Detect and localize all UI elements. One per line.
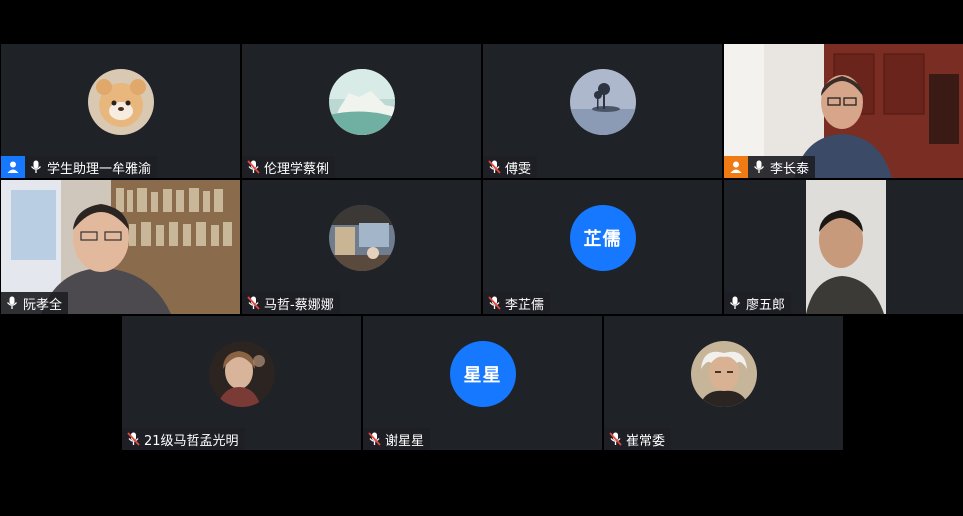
muted-microphone-icon[interactable] (242, 156, 264, 178)
participant-tile[interactable]: 傅雯 (483, 44, 722, 178)
name-tag: 伦理学蔡俐 (242, 156, 336, 178)
portrait-woman-avatar (208, 341, 275, 407)
initials-avatar: 芷儒 (569, 205, 636, 271)
participant-tile-active-speaker[interactable]: 廖五郎 (724, 180, 963, 314)
white-cliffs-avatar (328, 69, 395, 135)
participant-tile[interactable]: 星星 谢星星 (363, 316, 602, 450)
participant-name: 谢星星 (385, 433, 425, 449)
participant-name: 李芷儒 (505, 297, 545, 313)
microphone-icon[interactable] (1, 292, 23, 314)
participant-tile[interactable]: 阮孝全 (1, 180, 240, 314)
user-icon (724, 156, 748, 178)
name-tag: 谢星星 (363, 428, 431, 450)
microphone-icon[interactable] (724, 292, 746, 314)
microphone-icon[interactable] (748, 156, 770, 178)
initials-avatar: 星星 (449, 341, 516, 407)
participant-name: 李长泰 (770, 161, 810, 177)
muted-microphone-icon[interactable] (242, 292, 264, 314)
participant-name: 马哲-蔡娜娜 (264, 297, 334, 313)
participant-name: 阮孝全 (23, 297, 63, 313)
participant-name: 学生助理一牟雅渝 (47, 161, 152, 177)
name-tag: 李长泰 (724, 156, 816, 178)
name-tag: 李芷儒 (483, 292, 551, 314)
participant-name: 21级马哲孟光明 (144, 433, 239, 449)
tree-island-avatar (569, 69, 636, 135)
name-tag: 马哲-蔡娜娜 (242, 292, 340, 314)
muted-microphone-icon[interactable] (483, 292, 505, 314)
microphone-icon[interactable] (25, 156, 47, 178)
schopenhauer-portrait-avatar (690, 341, 757, 407)
participant-tile[interactable]: 伦理学蔡俐 (242, 44, 481, 178)
participant-tile[interactable]: 学生助理一牟雅渝 (1, 44, 240, 178)
muted-microphone-icon[interactable] (483, 156, 505, 178)
muted-microphone-icon[interactable] (363, 428, 385, 450)
name-tag: 崔常委 (604, 428, 672, 450)
name-tag: 廖五郎 (724, 292, 792, 314)
participant-tile[interactable]: 芷儒 李芷儒 (483, 180, 722, 314)
name-tag: 阮孝全 (1, 292, 69, 314)
participant-tile[interactable]: 崔常委 (604, 316, 843, 450)
bear-costume-avatar (87, 69, 154, 135)
participant-tile[interactable]: 21级马哲孟光明 (122, 316, 361, 450)
participant-name: 廖五郎 (746, 297, 786, 313)
participant-name: 伦理学蔡俐 (264, 161, 330, 177)
user-icon (1, 156, 25, 178)
participant-tile[interactable]: 马哲-蔡娜娜 (242, 180, 481, 314)
name-tag: 傅雯 (483, 156, 538, 178)
muted-microphone-icon[interactable] (122, 428, 144, 450)
name-tag: 21级马哲孟光明 (122, 428, 245, 450)
name-tag: 学生助理一牟雅渝 (1, 156, 158, 178)
participant-name: 崔常委 (626, 433, 666, 449)
participant-name: 傅雯 (505, 161, 532, 177)
participant-tile[interactable]: 李长泰 (724, 44, 963, 178)
muted-microphone-icon[interactable] (604, 428, 626, 450)
room-scene-avatar (328, 205, 395, 271)
